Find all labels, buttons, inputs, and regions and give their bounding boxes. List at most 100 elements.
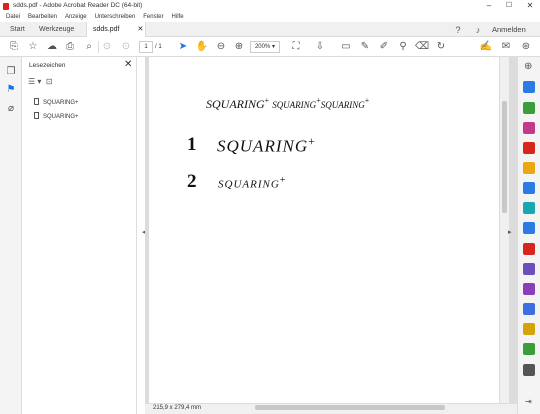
bookmarks-panel-icon[interactable]: ⚑: [4, 83, 18, 97]
section-heading: SQUARING+: [217, 134, 316, 157]
scan-ocr-icon[interactable]: [523, 202, 535, 214]
fill-sign-icon[interactable]: [523, 243, 535, 255]
running-title-2: SQUARING: [272, 100, 317, 110]
compress-pdf-icon[interactable]: [523, 222, 535, 234]
attachments-paperclip-icon[interactable]: ⌀: [4, 102, 18, 116]
running-sup-1: +: [264, 96, 270, 105]
bookmark-star-icon[interactable]: ☆: [26, 40, 40, 54]
signin-button[interactable]: Anmelden: [486, 22, 532, 37]
expand-rail-icon[interactable]: ⇥: [525, 397, 532, 406]
bookmark-options-menu[interactable]: ☰ ▾ ⊡: [28, 77, 53, 86]
close-window-button[interactable]: ✕: [523, 0, 537, 13]
bookmark-icon: [34, 112, 39, 119]
window-title: sdds.pdf - Adobe Acrobat Reader DC (64-b…: [13, 2, 143, 9]
close-panel-icon[interactable]: ✕: [124, 59, 132, 70]
notification-bell-icon[interactable]: ♪: [471, 23, 485, 37]
menu-anzeige[interactable]: Anzeige: [65, 14, 87, 20]
bookmarks-header: Lesezeichen: [29, 62, 66, 69]
section-title: SQUARING: [218, 178, 280, 191]
page-thumbnails-icon[interactable]: ❐: [4, 65, 18, 79]
bookmark-icon: [34, 98, 39, 105]
rotate-icon[interactable]: ↻: [434, 40, 448, 54]
collapse-right-panel-icon[interactable]: ▸: [508, 228, 512, 236]
right-tools-rail: ⊕ ⇥: [517, 57, 540, 414]
draw-pencil-icon[interactable]: ✐: [377, 40, 391, 54]
section-number: 2: [187, 171, 197, 192]
protect-shield-icon[interactable]: [523, 263, 535, 275]
tab-start[interactable]: Start: [4, 22, 31, 37]
comment-tool-icon[interactable]: [523, 162, 535, 174]
save-icon[interactable]: ⎘: [7, 40, 21, 54]
toolbar: ⎘ ☆ ☁ ⎙ ⌕ ⊙ ⊙ 1 / 1 ➤ ✋ ⊖ ⊕ 200% ▾ ⛶ ⇩ ▭…: [0, 37, 540, 57]
bookmark-item[interactable]: SQUARING+: [34, 98, 79, 106]
zoom-search-icon[interactable]: ⊕: [524, 61, 532, 72]
organize-pages-icon[interactable]: [523, 182, 535, 194]
menu-bar: Datei Bearbeiten Anzeige Unterschreiben …: [0, 13, 540, 22]
menu-fenster[interactable]: Fenster: [143, 14, 163, 20]
menu-bearbeiten[interactable]: Bearbeiten: [28, 14, 57, 20]
vertical-scroll-thumb[interactable]: [502, 101, 507, 213]
certificates-icon[interactable]: [523, 323, 535, 335]
page-size-label: 215,9 x 279,4 mm: [153, 405, 202, 411]
print-icon[interactable]: ⎙: [63, 40, 77, 54]
toolbar-divider: [98, 41, 99, 53]
section-title: SQUARING: [217, 136, 309, 156]
create-pdf-icon[interactable]: [523, 122, 535, 134]
upload-cloud-icon[interactable]: ☁: [45, 40, 59, 54]
running-sup-3: +: [364, 96, 370, 105]
running-title-3: SQUARING: [320, 100, 365, 110]
page-number-input[interactable]: 1: [139, 41, 153, 53]
sign-pen-icon[interactable]: ✍: [479, 40, 493, 54]
section-number: 1: [187, 134, 197, 155]
scroll-mode-icon[interactable]: ⇩: [313, 40, 327, 54]
page-total: / 1: [155, 44, 162, 50]
maximize-button[interactable]: ☐: [502, 0, 516, 13]
tab-document-label: sdds.pdf: [93, 26, 120, 33]
select-cursor-icon[interactable]: ➤: [176, 40, 190, 54]
zoom-in-icon[interactable]: ⊕: [232, 40, 246, 54]
next-page-icon[interactable]: ⊙: [119, 40, 133, 54]
bookmark-label: SQUARING+: [43, 114, 79, 120]
more-tools-icon[interactable]: [523, 364, 535, 376]
tab-bar: Start Werkzeuge sdds.pdf ✕ ? ♪ Anmelden: [0, 22, 540, 37]
minimize-button[interactable]: –: [482, 0, 496, 13]
search-icon[interactable]: ⌕: [82, 40, 96, 54]
help-icon[interactable]: ?: [451, 23, 465, 37]
menu-datei[interactable]: Datei: [6, 14, 20, 20]
tab-document[interactable]: sdds.pdf ✕: [86, 22, 146, 37]
zoom-out-icon[interactable]: ⊖: [214, 40, 228, 54]
edit-pdf-icon[interactable]: [523, 102, 535, 114]
accessibility-icon[interactable]: [523, 343, 535, 355]
section-title-sup: +: [308, 134, 316, 148]
horizontal-scroll-thumb[interactable]: [255, 405, 445, 410]
stamp-icon[interactable]: ⚲: [396, 40, 410, 54]
delete-trash-icon[interactable]: ⌫: [415, 40, 429, 54]
fit-page-icon[interactable]: ⛶: [289, 40, 303, 54]
comment-icon[interactable]: ▭: [339, 40, 353, 54]
bookmark-label: SQUARING+: [43, 100, 79, 106]
running-header: SQUARING+ SQUARING+SQUARING+: [206, 96, 369, 112]
menu-hilfe[interactable]: Hilfe: [172, 14, 184, 20]
section-heading: SQUARING+: [218, 175, 286, 191]
close-tab-icon[interactable]: ✕: [137, 26, 143, 33]
bookmark-item[interactable]: SQUARING+: [34, 112, 79, 120]
section-title-sup: +: [279, 175, 287, 186]
bookmarks-panel: Lesezeichen ✕ ☰ ▾ ⊡ SQUARING+ SQUARING+: [22, 57, 137, 414]
share-link-icon[interactable]: ⊛: [519, 40, 533, 54]
menu-unterschreiben[interactable]: Unterschreiben: [95, 14, 136, 20]
previous-page-icon[interactable]: ⊙: [100, 40, 114, 54]
hand-tool-icon[interactable]: ✋: [195, 40, 209, 54]
send-signature-icon[interactable]: [523, 303, 535, 315]
title-bar: sdds.pdf - Adobe Acrobat Reader DC (64-b…: [0, 0, 540, 13]
zoom-level-value: 200%: [254, 44, 271, 50]
acrobat-app-icon: [3, 3, 9, 10]
tab-tools[interactable]: Werkzeuge: [33, 22, 80, 37]
left-navigation-rail: ❐ ⚑ ⌀: [0, 57, 22, 414]
email-icon[interactable]: ✉: [499, 40, 513, 54]
prepare-form-icon[interactable]: [523, 283, 535, 295]
highlight-pen-icon[interactable]: ✎: [358, 40, 372, 54]
export-pdf-icon[interactable]: [523, 81, 535, 93]
zoom-level-select[interactable]: 200% ▾: [250, 41, 280, 53]
running-title-1: SQUARING: [206, 97, 265, 111]
combine-files-icon[interactable]: [523, 142, 535, 154]
